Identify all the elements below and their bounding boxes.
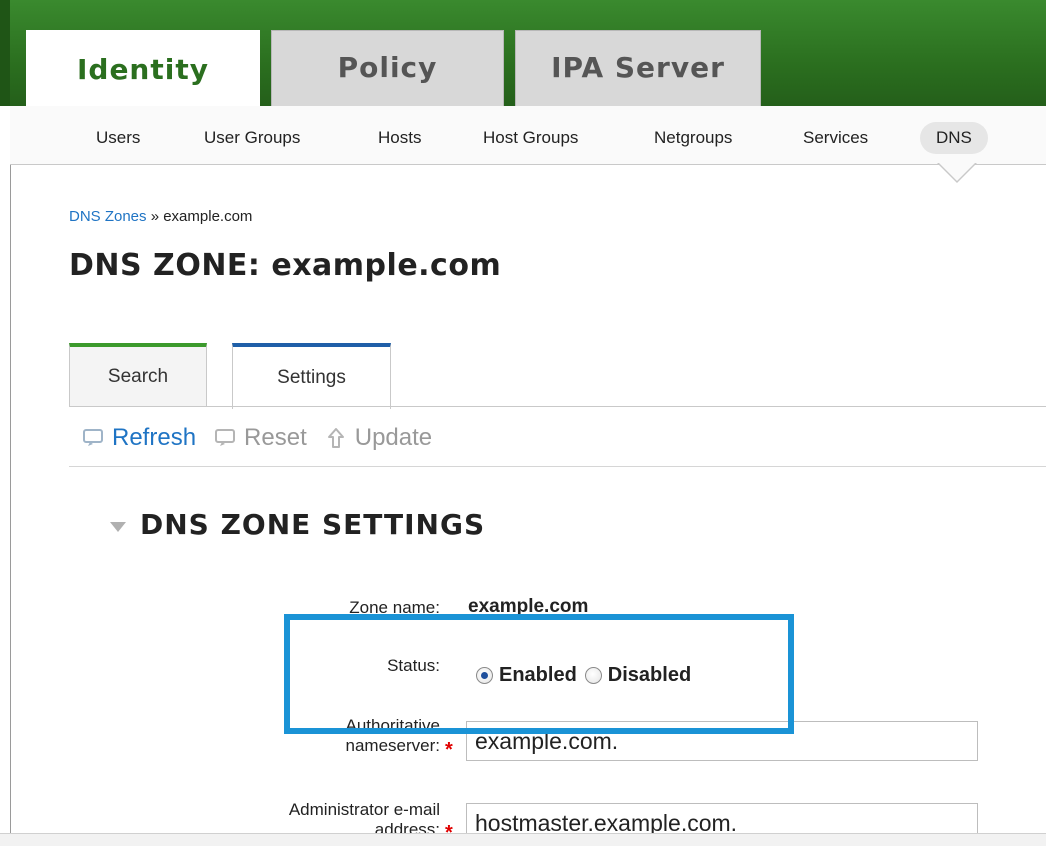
subnav-item-hosts[interactable]: Hosts: [362, 122, 437, 154]
auth-nameserver-label-line2: nameserver:: [345, 736, 440, 755]
update-button[interactable]: Update: [325, 424, 432, 452]
subnav-item-users[interactable]: Users: [80, 122, 156, 154]
update-arrow-icon: [327, 428, 344, 448]
breadcrumb-dns-zones-link[interactable]: DNS Zones: [69, 208, 147, 225]
page-bottom-edge: [0, 833, 1046, 846]
breadcrumb-current: example.com: [163, 208, 253, 225]
action-bar: Refresh Reset Update: [82, 422, 432, 454]
tab-policy-label: Policy: [337, 51, 438, 84]
banner-shade: [0, 0, 10, 106]
facet-divider: [69, 406, 1046, 407]
subnav-item-user-groups[interactable]: User Groups: [188, 122, 316, 154]
subnav-active-pointer: [937, 162, 977, 183]
reset-button[interactable]: Reset: [214, 424, 307, 452]
facet-tab-search[interactable]: Search: [69, 343, 207, 407]
refresh-button[interactable]: Refresh: [82, 424, 196, 452]
refresh-label: Refresh: [112, 424, 197, 451]
facet-tab-search-label: Search: [107, 366, 169, 387]
subnav-item-dns[interactable]: DNS: [920, 122, 988, 154]
refresh-icon: [83, 429, 103, 446]
subnav-item-netgroups[interactable]: Netgroups: [638, 122, 748, 154]
collapse-triangle-icon[interactable]: [110, 521, 126, 532]
tab-ipa-server-label: IPA Server: [551, 51, 725, 84]
admin-email-label-line1: Administrator e-mail: [288, 800, 440, 819]
tab-ipa-server[interactable]: IPA Server: [515, 30, 761, 106]
reset-label: Reset: [244, 424, 307, 451]
subnav-item-services[interactable]: Services: [787, 122, 884, 154]
reset-icon: [215, 429, 236, 446]
breadcrumb-separator: »: [150, 208, 160, 225]
status-highlight-box: [284, 614, 794, 734]
update-label: Update: [354, 424, 433, 451]
section-header[interactable]: DNS ZONE SETTINGS: [110, 508, 485, 541]
tab-policy[interactable]: Policy: [271, 30, 504, 106]
action-bar-divider: [69, 466, 1046, 467]
facet-tab-settings-label: Settings: [277, 367, 346, 388]
subnav-item-host-groups[interactable]: Host Groups: [467, 122, 594, 154]
facet-tab-settings[interactable]: Settings: [232, 343, 391, 409]
section-title: DNS ZONE SETTINGS: [140, 508, 486, 541]
page-title: DNS ZONE: example.com: [69, 248, 502, 283]
tab-identity[interactable]: Identity: [26, 30, 260, 110]
breadcrumb: DNS Zones » example.com: [69, 208, 252, 225]
tab-identity-label: Identity: [76, 53, 209, 86]
auth-nameserver-required-mark: *: [445, 739, 453, 761]
